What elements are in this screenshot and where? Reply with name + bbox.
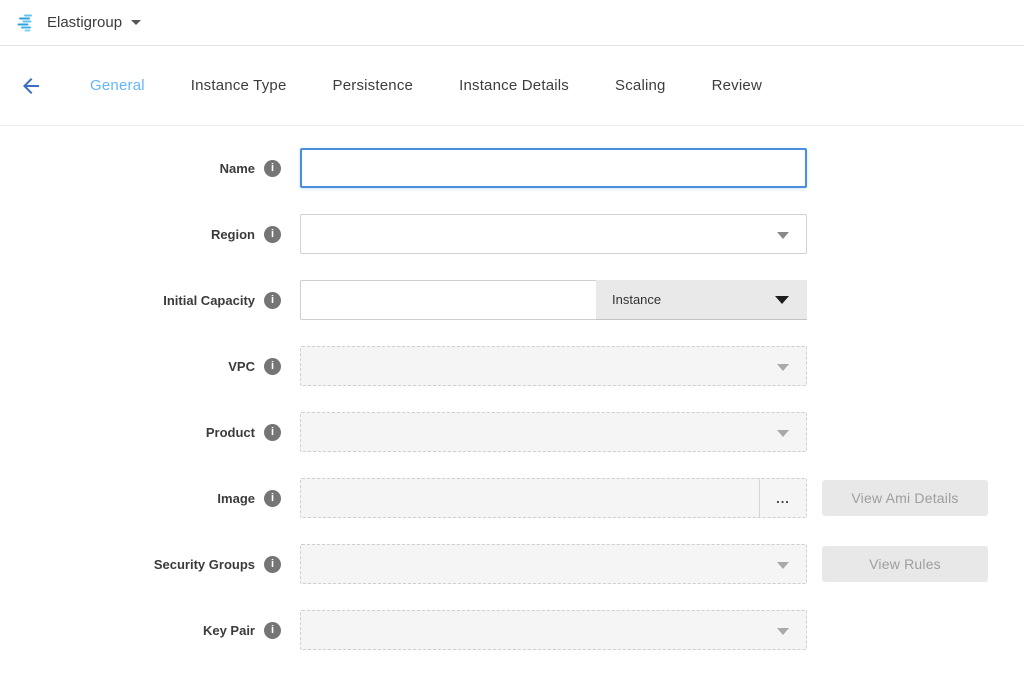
chevron-down-icon	[777, 232, 789, 239]
initial-capacity-input[interactable]	[300, 280, 596, 320]
info-icon[interactable]: i	[264, 226, 281, 243]
image-picker: ...	[300, 478, 807, 518]
info-icon[interactable]: i	[264, 424, 281, 441]
view-rules-button[interactable]: View Rules	[822, 546, 988, 582]
back-button[interactable]	[18, 73, 44, 99]
app-header: Elastigroup	[0, 0, 1024, 46]
tab-instance-details[interactable]: Instance Details	[459, 77, 569, 94]
vpc-label: VPC	[228, 359, 255, 374]
form-row-security-groups: Security Groups i View Rules	[0, 544, 1024, 584]
info-icon[interactable]: i	[264, 160, 281, 177]
chevron-down-icon[interactable]	[131, 20, 141, 25]
info-icon[interactable]: i	[264, 358, 281, 375]
product-label: Product	[206, 425, 255, 440]
initial-capacity-label: Initial Capacity	[163, 293, 255, 308]
vpc-select	[300, 346, 807, 386]
form-row-image: Image i ... View Ami Details	[0, 478, 1024, 518]
region-select[interactable]	[300, 214, 807, 254]
form-row-region: Region i	[0, 214, 1024, 254]
image-label: Image	[217, 491, 255, 506]
image-picker-value	[301, 479, 759, 517]
form-row-vpc: VPC i	[0, 346, 1024, 386]
tab-review[interactable]: Review	[712, 77, 762, 94]
wizard-step-bar: General Instance Type Persistence Instan…	[0, 46, 1024, 126]
security-groups-select	[300, 544, 807, 584]
view-ami-details-button[interactable]: View Ami Details	[822, 480, 988, 516]
info-icon[interactable]: i	[264, 292, 281, 309]
chevron-down-icon	[777, 364, 789, 371]
form-row-name: Name i	[0, 148, 1024, 188]
chevron-down-icon	[777, 430, 789, 437]
region-label: Region	[211, 227, 255, 242]
key-pair-label: Key Pair	[203, 623, 255, 638]
tab-instance-type[interactable]: Instance Type	[191, 77, 287, 94]
chevron-down-icon	[777, 562, 789, 569]
capacity-unit-select[interactable]: Instance	[596, 280, 807, 320]
security-groups-label: Security Groups	[154, 557, 255, 572]
tab-persistence[interactable]: Persistence	[333, 77, 414, 94]
elastigroup-logo-icon	[16, 12, 38, 34]
general-step-form: Name i Region i Initial Capacity i Insta…	[0, 126, 1024, 650]
tab-general[interactable]: General	[90, 77, 145, 94]
form-row-product: Product i	[0, 412, 1024, 452]
info-icon[interactable]: i	[264, 490, 281, 507]
capacity-unit-value: Instance	[612, 292, 661, 307]
chevron-down-icon	[777, 628, 789, 635]
key-pair-select	[300, 610, 807, 650]
info-icon[interactable]: i	[264, 622, 281, 639]
app-switcher-label[interactable]: Elastigroup	[47, 14, 122, 31]
form-row-key-pair: Key Pair i	[0, 610, 1024, 650]
wizard-tabs: General Instance Type Persistence Instan…	[90, 77, 762, 94]
product-select	[300, 412, 807, 452]
arrow-left-icon	[19, 74, 43, 98]
name-input[interactable]	[300, 148, 807, 188]
info-icon[interactable]: i	[264, 556, 281, 573]
form-row-initial-capacity: Initial Capacity i Instance	[0, 280, 1024, 320]
name-label: Name	[220, 161, 255, 176]
image-browse-button[interactable]: ...	[759, 479, 806, 517]
chevron-down-icon	[775, 296, 789, 304]
tab-scaling[interactable]: Scaling	[615, 77, 666, 94]
